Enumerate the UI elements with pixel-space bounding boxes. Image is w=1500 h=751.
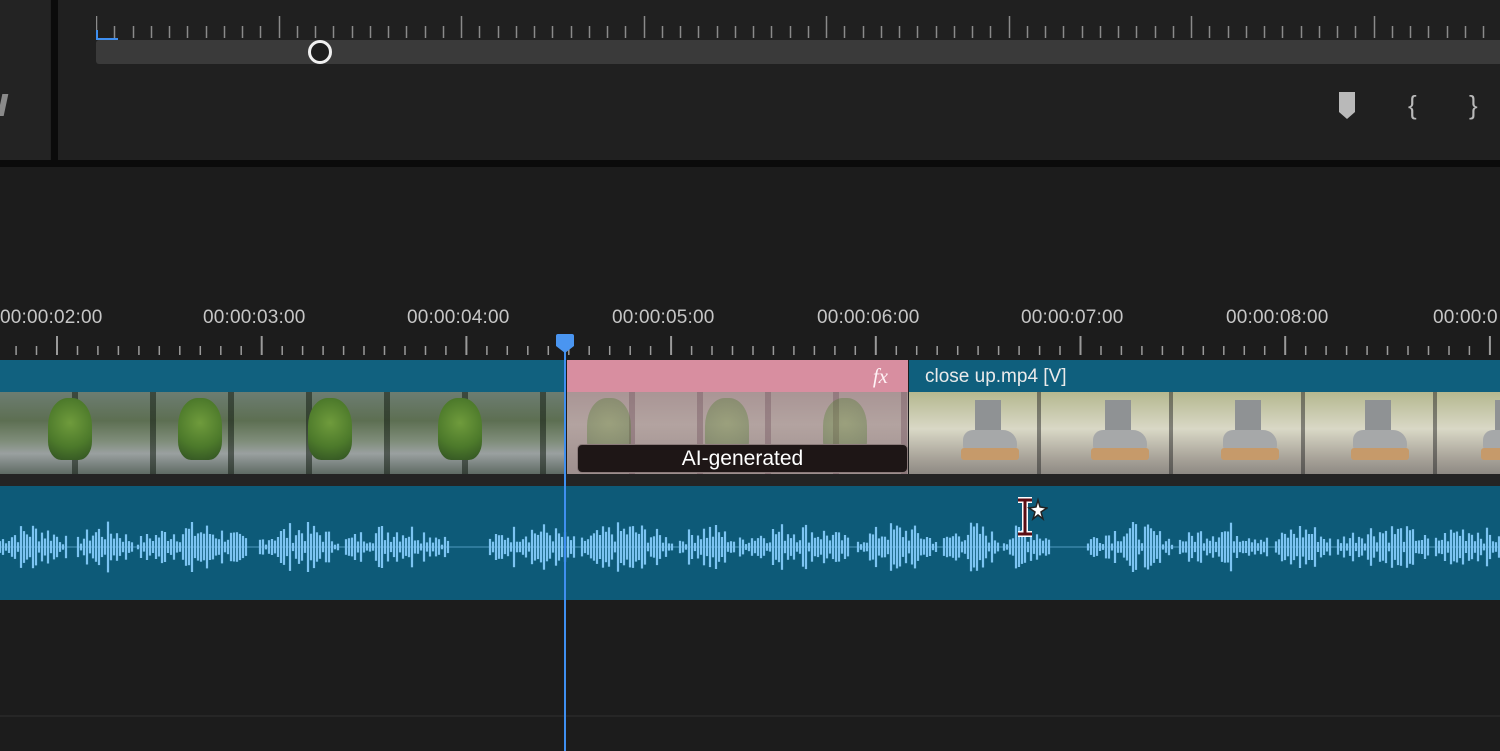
video-clip-ai-generated[interactable]: fx AI-generated (567, 360, 908, 474)
monitor-playhead-handle[interactable] (308, 40, 332, 64)
clip-name-label: close up.mp4 [V] (925, 366, 1067, 387)
panel-divider[interactable] (51, 0, 58, 162)
source-monitor-panel: { } (0, 0, 1500, 162)
thumbnail-boot (1089, 400, 1149, 462)
clip-header: close up.mp4 [V] (909, 360, 1500, 392)
panel-separator[interactable] (0, 160, 1500, 167)
mark-out-icon: } (1469, 90, 1478, 120)
monitor-scrub-bar[interactable] (96, 40, 1500, 64)
timecode-label: 00:00:03:00 (203, 307, 306, 328)
add-marker-button[interactable] (1338, 90, 1356, 120)
monitor-time-ruler[interactable] (96, 12, 1500, 40)
thumbnail-boot (959, 400, 1019, 462)
playhead-handle[interactable] (554, 334, 576, 354)
timecode-labels: 00:00:02:00 00:00:03:00 00:00:04:00 00:0… (0, 307, 1500, 335)
marker-icon (1339, 92, 1355, 119)
timecode-label: 00:00:08:00 (1226, 307, 1329, 328)
clip-thumbnails (0, 392, 566, 474)
thumbnail-boot (1349, 400, 1409, 462)
track-divider (0, 715, 1500, 717)
audio-waveform (0, 521, 1500, 573)
timecode-label: 00:00:07:00 (1021, 307, 1124, 328)
mark-in-icon: { (1408, 90, 1417, 120)
timecode-label: 00:00:05:00 (612, 307, 715, 328)
video-track-v1: fx AI-generated close up.mp4 [V] (0, 360, 1500, 478)
timecode-label: 00:00:0 (1433, 307, 1498, 328)
left-panel-edge (0, 0, 50, 160)
empty-track-area (0, 600, 1500, 751)
fx-icon[interactable]: fx (873, 364, 888, 389)
generative-edit-cursor-icon (1012, 496, 1048, 540)
video-clip-close-up[interactable]: close up.mp4 [V] (909, 360, 1500, 474)
timeline-time-ruler[interactable] (0, 334, 1500, 358)
audio-track-a1[interactable] (0, 486, 1500, 600)
track-divider (0, 474, 1500, 486)
thumbnail-boot (1479, 400, 1500, 462)
thumbnail-tree (438, 398, 482, 460)
playhead-line[interactable] (564, 352, 566, 751)
clip-thumbnails (909, 392, 1500, 474)
partial-tool-icon (0, 94, 9, 116)
timecode-label: 00:00:04:00 (407, 307, 510, 328)
mark-in-button[interactable]: { (1408, 90, 1417, 120)
clip-header: fx (567, 360, 908, 392)
ai-generated-badge: AI-generated (577, 444, 908, 473)
timecode-label: 00:00:06:00 (817, 307, 920, 328)
timecode-label: 00:00:02:00 (0, 307, 103, 328)
thumbnail-tree (178, 398, 222, 460)
thumbnail-boot (1219, 400, 1279, 462)
video-clip-forest[interactable] (0, 360, 566, 474)
thumbnail-tree (48, 398, 92, 460)
mark-out-button[interactable]: } (1469, 90, 1478, 120)
thumbnail-tree (308, 398, 352, 460)
clip-header (0, 360, 566, 392)
